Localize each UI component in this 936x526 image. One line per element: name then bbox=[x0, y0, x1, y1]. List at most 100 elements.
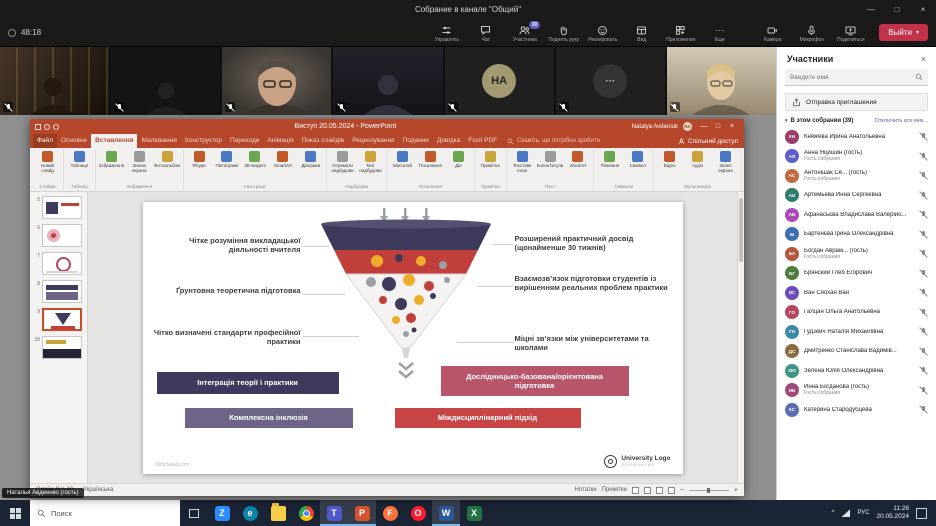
start-button[interactable] bbox=[0, 500, 30, 526]
zoom-slider[interactable] bbox=[689, 490, 729, 491]
hidden-icons-chevron[interactable]: ^ bbox=[832, 510, 835, 516]
ppt-tab-view[interactable]: Подання bbox=[399, 134, 433, 148]
close-panel-button[interactable]: × bbox=[921, 54, 926, 64]
slide-thumbnail-selected[interactable]: 9 bbox=[33, 308, 84, 331]
participant-row[interactable]: ВС Ван Сяохан Ван bbox=[781, 283, 932, 303]
ppt-tab-home[interactable]: Основне bbox=[57, 134, 91, 148]
network-icon[interactable] bbox=[841, 509, 850, 517]
taskbar-app-chrome[interactable] bbox=[292, 500, 320, 526]
participant-row[interactable]: АЯ Анна Яцишин (гость)Гость собрания bbox=[781, 147, 932, 167]
ribbon-button[interactable]: Фотоальбом bbox=[154, 149, 181, 168]
video-tile[interactable] bbox=[667, 47, 776, 115]
undo-icon[interactable] bbox=[44, 124, 50, 130]
zoom-slider-knob[interactable] bbox=[707, 488, 710, 493]
ppt-tab-file[interactable]: Файл bbox=[33, 134, 57, 148]
ppt-tab-slideshow[interactable]: Показ слайдів bbox=[298, 134, 349, 148]
ppt-tab-draw[interactable]: Малювання bbox=[137, 134, 180, 148]
ribbon-button[interactable]: WordArt bbox=[565, 149, 592, 168]
participant-row[interactable]: АС Антонішак Се... (гость)Гость собрания bbox=[781, 166, 932, 186]
ribbon-button[interactable]: Таблиця bbox=[66, 149, 93, 168]
maximize-button[interactable]: □ bbox=[884, 0, 910, 19]
participants-search-input[interactable] bbox=[790, 74, 900, 81]
in-meeting-section[interactable]: ▾ В этом собрании (39) bbox=[785, 118, 853, 124]
slide-thumbnail[interactable]: 5 bbox=[33, 196, 84, 219]
ppt-tab-help[interactable]: Довідка bbox=[433, 134, 464, 148]
ribbon-button[interactable]: Піктограми bbox=[214, 149, 241, 168]
participants-search[interactable] bbox=[785, 69, 928, 86]
ppt-tab-transitions[interactable]: Переходи bbox=[226, 134, 263, 148]
ribbon-button[interactable]: Аудіо bbox=[684, 149, 711, 168]
ppt-tab-design[interactable]: Конструктор bbox=[181, 134, 226, 148]
video-tile[interactable] bbox=[111, 47, 220, 115]
participant-row[interactable]: КИ Княжева Ирина Анатольевна bbox=[781, 127, 932, 147]
participant-row[interactable]: БГ Брянский Глеб Егорович bbox=[781, 264, 932, 284]
mute-all-link[interactable]: Отключить все мик... bbox=[875, 118, 928, 124]
slide-canvas[interactable]: Чітке розуміння викладацької діяльності … bbox=[143, 202, 683, 474]
taskbar-app-opera[interactable]: O bbox=[404, 500, 432, 526]
ribbon-button[interactable]: Отримати надбудови bbox=[329, 149, 356, 173]
more-button[interactable]: ··· Еще bbox=[701, 23, 738, 43]
manage-button[interactable]: Управлять bbox=[428, 23, 465, 43]
camera-button[interactable]: Камера bbox=[754, 23, 791, 43]
comments-toggle[interactable]: Примітки bbox=[602, 487, 627, 493]
close-button[interactable]: × bbox=[910, 0, 936, 19]
leave-button[interactable]: Выйти ▾ bbox=[879, 24, 928, 41]
participant-row[interactable]: ДС Дмитренко Станіслава Вадимів... bbox=[781, 342, 932, 362]
taskbar-app-teams[interactable]: T bbox=[320, 500, 348, 526]
ppt-tab-animations[interactable]: Анімація bbox=[263, 134, 297, 148]
participants-button[interactable]: 39 Участники bbox=[506, 23, 543, 43]
video-tile[interactable] bbox=[222, 47, 331, 115]
zoom-in-button[interactable]: + bbox=[734, 487, 738, 494]
participant-row[interactable]: БА Богдан Аврам... (гость)Гость собрания bbox=[781, 244, 932, 264]
reading-view-icon[interactable] bbox=[656, 487, 663, 494]
participant-row[interactable]: ГО Галцан Ольга Анатольевна bbox=[781, 303, 932, 323]
save-icon[interactable] bbox=[35, 124, 41, 130]
video-tile[interactable]: НА bbox=[445, 47, 554, 115]
react-button[interactable]: Реагировать bbox=[584, 23, 621, 43]
taskbar-app-edge[interactable]: e bbox=[236, 500, 264, 526]
ribbon-button[interactable]: Мої надбудови bbox=[357, 149, 384, 173]
ppt-close-button[interactable]: × bbox=[725, 123, 739, 130]
ribbon-button[interactable]: Фігури bbox=[186, 149, 213, 168]
tell-me-box[interactable]: Скажіть, що потрібно зробити bbox=[507, 134, 600, 148]
chat-button[interactable]: Чат bbox=[467, 23, 504, 43]
ribbon-button[interactable]: Запис екрана bbox=[712, 149, 739, 173]
microphone-button[interactable]: Микрофон bbox=[793, 23, 830, 43]
video-tile[interactable] bbox=[333, 47, 442, 115]
ribbon-button[interactable]: Примітка bbox=[477, 149, 504, 168]
participant-row[interactable]: ИБ Инна Богданова (гость)Гость собрания bbox=[781, 381, 932, 401]
ppt-tab-foxit[interactable]: Foxit PDF bbox=[464, 134, 501, 148]
notifications-icon[interactable] bbox=[916, 508, 927, 519]
taskbar-search[interactable]: Поиск bbox=[30, 500, 180, 526]
participant-row[interactable]: АИ Артемьева Инна Сергеевна bbox=[781, 186, 932, 206]
clock[interactable]: 11:28 20.05.2024 bbox=[876, 505, 909, 521]
participant-row[interactable]: ЗЮ Зелена Юлія Олександрівна bbox=[781, 361, 932, 381]
slide-sorter-view-icon[interactable] bbox=[644, 487, 651, 494]
task-view-button[interactable] bbox=[180, 500, 208, 526]
ppt-share-button[interactable]: Спільний доступ bbox=[678, 134, 741, 148]
ribbon-button[interactable]: Діаграма bbox=[297, 149, 324, 168]
participant-row[interactable]: КС Катерина Стародубцева bbox=[781, 400, 932, 420]
raise-hand-button[interactable]: Поднять руку bbox=[545, 23, 582, 43]
taskbar-app-word[interactable]: W bbox=[432, 500, 460, 526]
view-button[interactable]: Вид bbox=[623, 23, 660, 43]
zoom-out-button[interactable]: − bbox=[680, 487, 684, 494]
ribbon-button[interactable]: Новий слайд bbox=[34, 149, 61, 173]
video-tile[interactable] bbox=[0, 47, 109, 115]
notes-toggle[interactable]: Нотатки bbox=[574, 487, 596, 493]
participant-row[interactable]: БІ Бартенєва Ірина Олександрівна bbox=[781, 225, 932, 245]
ribbon-button[interactable]: Дія bbox=[445, 149, 472, 168]
normal-view-icon[interactable] bbox=[632, 487, 639, 494]
ppt-maximize-button[interactable]: □ bbox=[711, 123, 725, 130]
slideshow-view-icon[interactable] bbox=[668, 487, 675, 494]
ribbon-button[interactable]: Колонтитули bbox=[537, 149, 564, 168]
participant-row[interactable]: АВ Афанасьєва Владислава Валерійо... bbox=[781, 205, 932, 225]
apps-button[interactable]: Приложения bbox=[662, 23, 699, 43]
ribbon-button[interactable]: Знімок екрана bbox=[126, 149, 153, 173]
taskbar-app-firefox[interactable]: F bbox=[376, 500, 404, 526]
ribbon-button[interactable]: Посилання bbox=[417, 149, 444, 168]
taskbar-app-zoom[interactable]: Z bbox=[208, 500, 236, 526]
ribbon-button[interactable]: SmartArt bbox=[269, 149, 296, 168]
ribbon-button[interactable]: Зображення bbox=[98, 149, 125, 168]
ribbon-button[interactable]: Рівняння bbox=[596, 149, 623, 168]
